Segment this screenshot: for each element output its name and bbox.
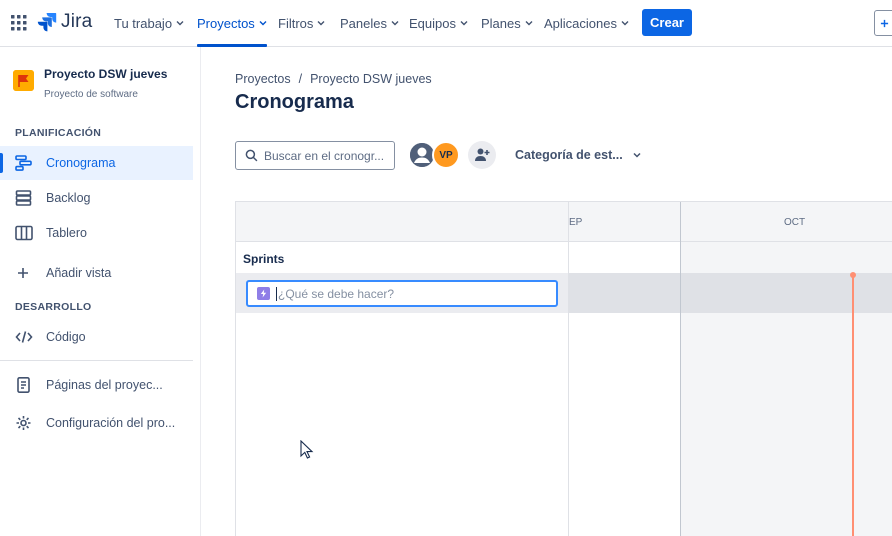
logo-text: Jira (61, 11, 93, 32)
column-separator (568, 202, 569, 536)
chevron-down-icon (460, 21, 468, 26)
sidebar-item-project-pages[interactable]: Páginas del proyec... (0, 368, 193, 402)
chevron-down-icon (633, 152, 641, 158)
timeline-search-input[interactable]: Buscar en el cronogr... (235, 141, 395, 170)
month-label-oct: OCT (784, 217, 806, 228)
gear-icon (16, 416, 31, 430)
nav-apps[interactable]: Aplicaciones (544, 0, 629, 46)
today-marker (852, 273, 854, 536)
month-separator (680, 202, 681, 536)
add-person-icon (475, 148, 490, 161)
page-title: Cronograma (235, 91, 354, 113)
nav-filters[interactable]: Filtros (278, 0, 325, 46)
sidebar-item-board[interactable]: Tablero (0, 216, 193, 250)
today-marker-dot (850, 272, 856, 278)
sidebar-item-backlog[interactable]: Backlog (0, 181, 193, 215)
backlog-icon (15, 190, 32, 206)
add-people-button[interactable] (468, 141, 496, 169)
section-label-planning: PLANIFICACIÓN (15, 127, 102, 139)
create-button[interactable]: Crear (642, 9, 692, 36)
timeline-grid: EP OCT Sprints ¿Qué se debe hacer? (235, 201, 892, 536)
timeline-header-left (236, 202, 569, 242)
nav-plans[interactable]: Planes (481, 0, 533, 46)
avatar-vp[interactable]: VP (432, 141, 460, 169)
sprints-label: Sprints (243, 252, 285, 266)
project-type: Proyecto de software (44, 89, 138, 100)
nav-projects[interactable]: Proyectos (197, 0, 267, 47)
chevron-down-icon (176, 21, 184, 26)
chevron-down-icon (525, 21, 533, 26)
top-navigation: Jira Tu trabajo Proyectos Filtros Panele… (0, 0, 892, 47)
search-icon (245, 149, 258, 162)
code-icon (15, 331, 33, 343)
status-category-filter[interactable]: Categoría de est... (515, 148, 641, 162)
user-icon (410, 143, 434, 167)
timeline-icon (15, 155, 32, 171)
jira-logo-icon (37, 13, 57, 32)
lightning-icon (260, 289, 267, 298)
epic-type-icon[interactable] (257, 287, 270, 300)
sidebar-item-code[interactable]: Código (0, 320, 193, 354)
breadcrumb-project[interactable]: Proyecto DSW jueves (310, 72, 432, 86)
page-icon (17, 377, 30, 393)
section-label-development: DESARROLLO (15, 301, 92, 313)
issue-placeholder: ¿Qué se debe hacer? (278, 286, 395, 301)
plus-icon (880, 19, 888, 27)
chevron-down-icon (259, 21, 267, 26)
breadcrumb-projects[interactable]: Proyectos (235, 72, 291, 86)
premium-button[interactable] (874, 10, 892, 36)
app-switcher-icon[interactable] (11, 15, 27, 31)
project-avatar-icon[interactable] (13, 70, 34, 91)
nav-dashboards[interactable]: Paneles (340, 0, 399, 46)
text-caret (276, 286, 277, 301)
sidebar-divider (0, 360, 193, 361)
chevron-down-icon (391, 21, 399, 26)
sprint-row-bar-area (569, 273, 892, 313)
month-label-sep: EP (569, 217, 583, 228)
plus-icon (18, 268, 28, 278)
sidebar-item-project-settings[interactable]: Configuración del pro... (0, 406, 193, 440)
sidebar-item-timeline[interactable]: Cronograma (0, 146, 193, 180)
sidebar-item-add-view[interactable]: Añadir vista (0, 256, 193, 290)
project-name[interactable]: Proyecto DSW jueves (44, 67, 167, 81)
board-icon (15, 225, 33, 241)
breadcrumb: Proyectos / Proyecto DSW jueves (235, 72, 432, 86)
chevron-down-icon (317, 21, 325, 26)
search-placeholder: Buscar en el cronogr... (264, 148, 385, 163)
new-issue-input[interactable]: ¿Qué se debe hacer? (246, 280, 558, 307)
nav-teams[interactable]: Equipos (409, 0, 468, 46)
project-sidebar: Proyecto DSW jueves Proyecto de software… (0, 47, 201, 536)
breadcrumb-separator: / (298, 72, 303, 86)
nav-your-work[interactable]: Tu trabajo (114, 0, 184, 46)
chevron-down-icon (621, 21, 629, 26)
mouse-cursor-icon (300, 440, 314, 459)
month-header-sep (569, 202, 680, 242)
jira-logo[interactable]: Jira (37, 11, 92, 33)
